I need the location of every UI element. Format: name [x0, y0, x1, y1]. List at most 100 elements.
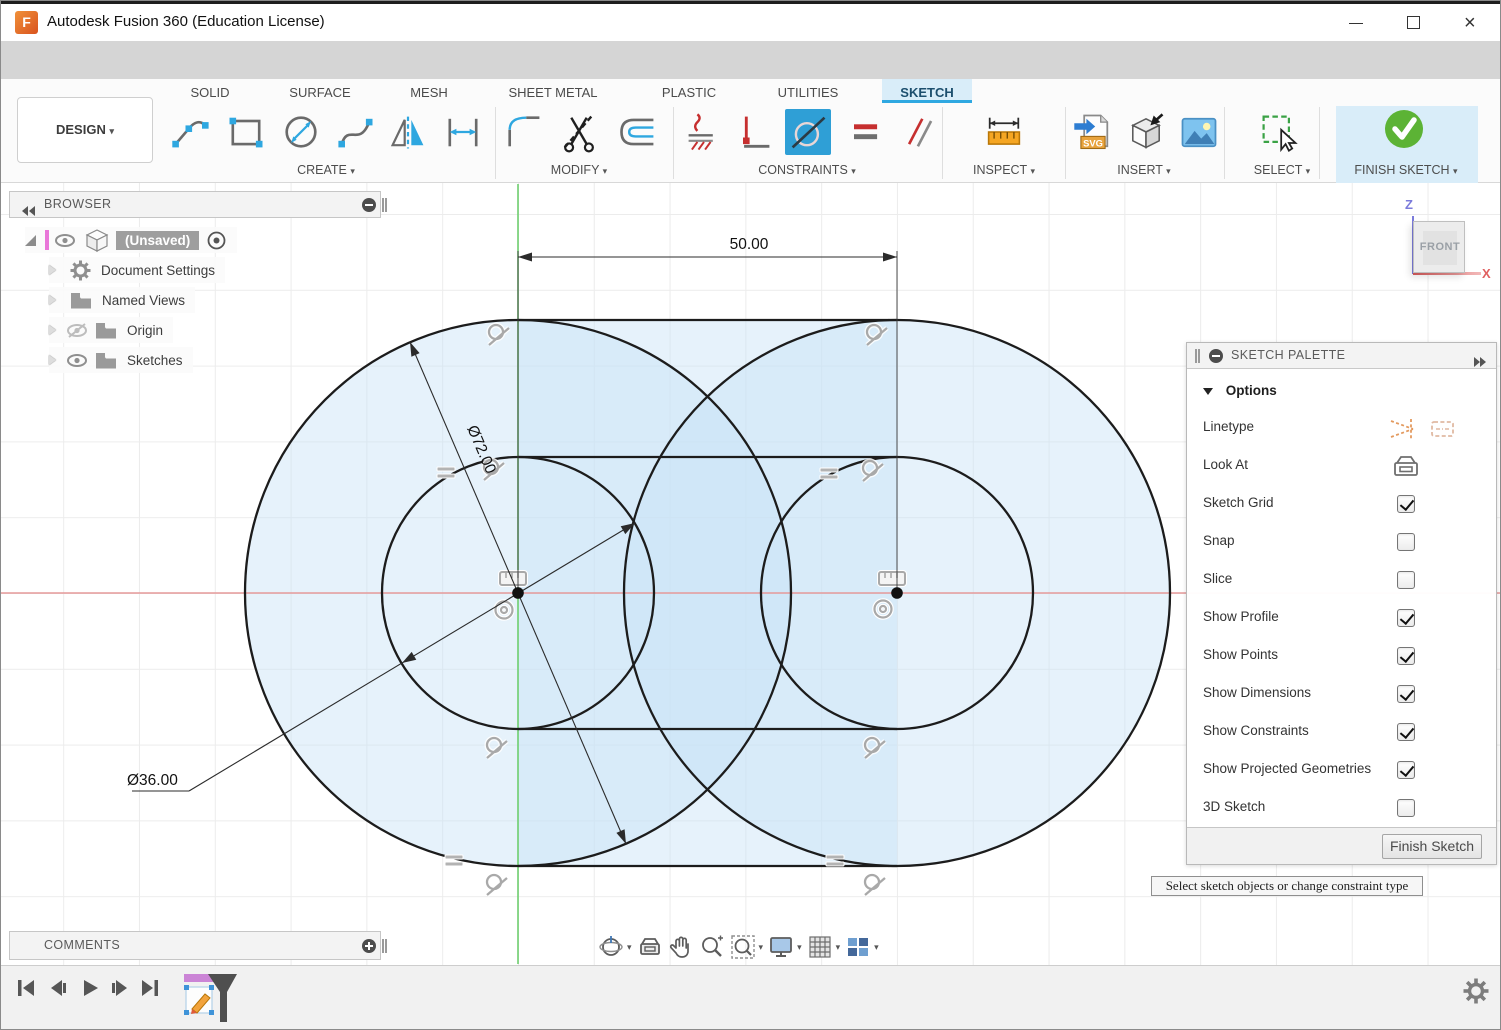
options-section-header[interactable]: Options: [1203, 383, 1277, 398]
activate-radio-icon[interactable]: [206, 230, 227, 251]
show-projected-checkbox[interactable]: [1397, 761, 1415, 779]
finish-sketch-button[interactable]: Finish Sketch: [1382, 834, 1482, 859]
browser-item-origin[interactable]: Origin: [49, 317, 173, 343]
tab-mesh[interactable]: MESH: [410, 85, 448, 100]
expander-icon[interactable]: [49, 265, 56, 275]
browser-collapse-icon[interactable]: [22, 200, 36, 225]
line-tool-icon[interactable]: [169, 110, 213, 154]
root-expander-icon[interactable]: [25, 235, 36, 246]
browser-grip[interactable]: [382, 198, 387, 212]
grid-settings-icon[interactable]: [807, 934, 833, 960]
horizontal-vertical-constraint-icon[interactable]: [732, 110, 776, 154]
document-name[interactable]: (Unsaved): [116, 231, 199, 250]
group-finish-sketch[interactable]: FINISH SKETCH ▾: [1354, 163, 1457, 177]
sketch-grid-checkbox[interactable]: [1397, 495, 1415, 513]
group-select[interactable]: SELECT ▾: [1254, 163, 1310, 177]
tab-sketch[interactable]: SKETCH: [900, 85, 953, 100]
tab-solid[interactable]: SOLID: [190, 85, 229, 100]
group-create[interactable]: CREATE ▾: [297, 163, 355, 177]
comments-panel-header[interactable]: COMMENTS: [9, 931, 381, 960]
viewports-dropdown[interactable]: ▾: [874, 942, 879, 953]
trim-tool-icon[interactable]: [557, 110, 601, 154]
viewcube-face-label[interactable]: FRONT: [1414, 241, 1466, 253]
show-profile-checkbox[interactable]: [1397, 609, 1415, 627]
fit-dropdown[interactable]: ▾: [759, 942, 764, 953]
comments-grip[interactable]: [382, 939, 387, 953]
tab-utilities[interactable]: UTILITIES: [778, 85, 839, 100]
equal-constraint-icon[interactable]: [843, 110, 887, 154]
browser-item-sketches[interactable]: Sketches: [49, 347, 193, 373]
browser-panel-header[interactable]: BROWSER: [9, 191, 381, 218]
look-at-nav-icon[interactable]: [637, 934, 663, 960]
eye-hidden-icon[interactable]: [66, 322, 89, 339]
grid-dropdown[interactable]: ▾: [836, 942, 841, 953]
viewcube[interactable]: FRONT: [1413, 221, 1465, 273]
fix-constraint-icon[interactable]: [682, 110, 726, 154]
circle-tool-icon[interactable]: [279, 110, 323, 154]
construction-linetype-icon[interactable]: [1389, 417, 1417, 441]
display-dropdown[interactable]: ▾: [797, 942, 802, 953]
slice-checkbox[interactable]: [1397, 571, 1415, 589]
browser-root-row[interactable]: (Unsaved): [25, 227, 237, 253]
group-insert[interactable]: INSERT ▾: [1117, 163, 1170, 177]
mirror-tool-icon[interactable]: [386, 110, 430, 154]
eye-icon[interactable]: [66, 353, 89, 368]
browser-minus-icon[interactable]: [362, 198, 376, 212]
zoom-icon[interactable]: [699, 934, 725, 960]
palette-grip[interactable]: [1195, 349, 1200, 363]
orbit-dropdown[interactable]: ▾: [627, 942, 632, 953]
parallel-constraint-icon[interactable]: [897, 110, 941, 154]
sketch-dimension-tool-icon[interactable]: [441, 110, 485, 154]
design-workspace-selector[interactable]: DESIGN ▾: [17, 97, 153, 163]
group-constraints[interactable]: CONSTRAINTS ▾: [758, 163, 856, 177]
spline-tool-icon[interactable]: [334, 110, 378, 154]
expander-icon[interactable]: [49, 295, 56, 305]
eye-icon[interactable]: [54, 233, 76, 248]
orbit-icon[interactable]: [598, 934, 624, 960]
tab-surface[interactable]: SURFACE: [289, 85, 350, 100]
timeline-play-icon[interactable]: [79, 977, 101, 999]
group-inspect[interactable]: INSPECT ▾: [973, 163, 1035, 177]
timeline-sketch-feature[interactable]: [181, 972, 241, 1028]
fillet-tool-icon[interactable]: [502, 110, 546, 154]
group-modify[interactable]: MODIFY ▾: [551, 163, 607, 177]
timeline-go-to-start-icon[interactable]: [15, 977, 37, 999]
insert-mesh-icon[interactable]: [1124, 110, 1168, 154]
tangent-constraint-icon[interactable]: [786, 110, 830, 154]
palette-collapse-icon[interactable]: [1474, 351, 1486, 376]
minimize-button[interactable]: [1342, 10, 1370, 36]
measure-tool-icon[interactable]: [982, 110, 1026, 154]
show-constraints-checkbox[interactable]: [1397, 723, 1415, 741]
timeline-settings-gear-icon[interactable]: [1463, 978, 1489, 1004]
maximize-button[interactable]: [1400, 10, 1428, 36]
display-settings-icon[interactable]: [768, 934, 794, 960]
expander-icon[interactable]: [49, 355, 56, 365]
pan-icon[interactable]: [668, 934, 694, 960]
palette-minus-icon[interactable]: [1209, 349, 1223, 363]
show-dimensions-checkbox[interactable]: [1397, 685, 1415, 703]
rectangle-tool-icon[interactable]: [224, 110, 268, 154]
browser-item-named-views[interactable]: Named Views: [49, 287, 195, 313]
finish-sketch-check-icon[interactable]: [1382, 108, 1426, 152]
viewports-icon[interactable]: [845, 934, 871, 960]
show-points-checkbox[interactable]: [1397, 647, 1415, 665]
timeline-step-back-icon[interactable]: [47, 977, 69, 999]
tab-sheet-metal[interactable]: SHEET METAL: [508, 85, 597, 100]
centerline-linetype-icon[interactable]: [1429, 417, 1457, 441]
browser-item-document-settings[interactable]: Document Settings: [49, 257, 225, 283]
close-button[interactable]: ×: [1458, 10, 1486, 36]
canvas-image-icon[interactable]: [1177, 110, 1221, 154]
select-tool-icon[interactable]: [1257, 110, 1301, 154]
sketch-palette-header[interactable]: SKETCH PALETTE: [1187, 343, 1496, 369]
timeline-step-forward-icon[interactable]: [109, 977, 131, 999]
snap-checkbox[interactable]: [1397, 533, 1415, 551]
look-at-icon[interactable]: [1393, 455, 1419, 477]
tab-plastic[interactable]: PLASTIC: [662, 85, 716, 100]
offset-tool-icon[interactable]: [616, 110, 660, 154]
insert-svg-icon[interactable]: SVG: [1071, 110, 1115, 154]
timeline-go-to-end-icon[interactable]: [139, 977, 161, 999]
expander-icon[interactable]: [49, 325, 56, 335]
fit-icon[interactable]: [730, 934, 756, 960]
add-comment-icon[interactable]: [362, 939, 376, 953]
3d-sketch-checkbox[interactable]: [1397, 799, 1415, 817]
